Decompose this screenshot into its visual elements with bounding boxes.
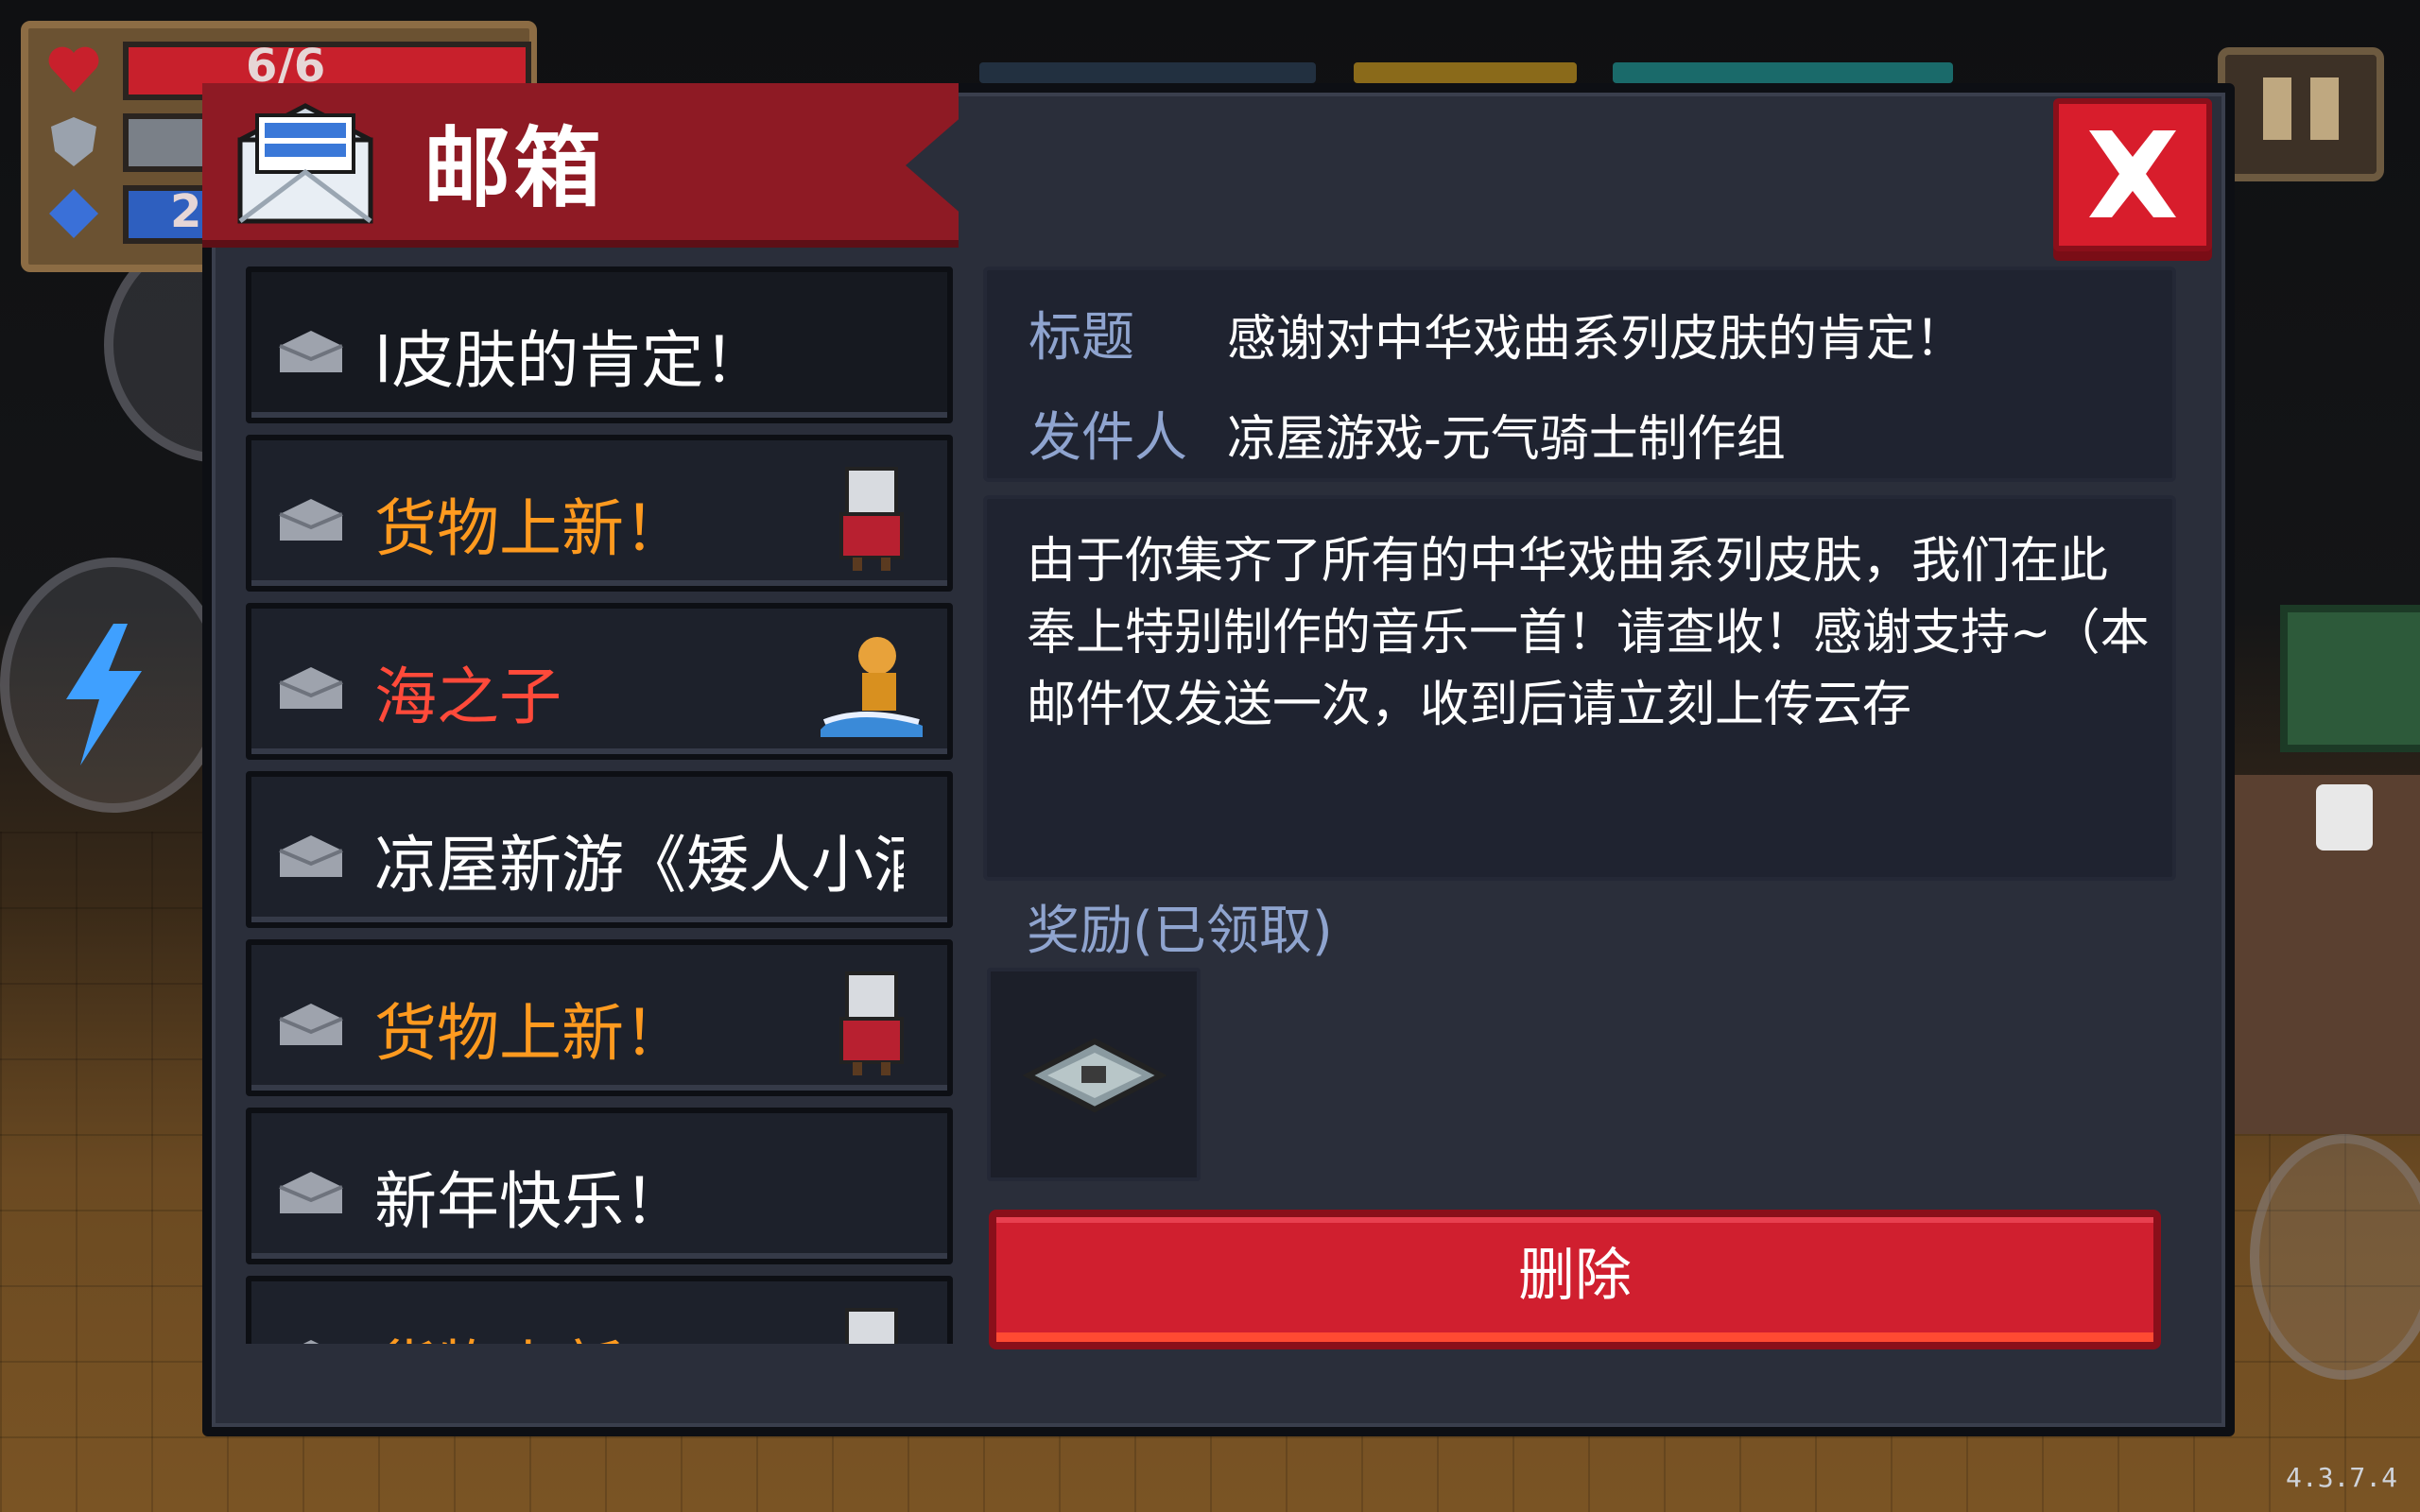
reward-label: 奖励(已领取) <box>1027 901 1333 962</box>
music-record-icon <box>1022 1038 1167 1113</box>
energy-text: 2 <box>170 185 202 238</box>
mail-body-text: 由于你集齐了所有的中华戏曲系列皮肤，我们在此奉上特别制作的音乐一首！请查收！感谢… <box>1027 533 2150 733</box>
mail-subject: 货物上新！ <box>374 997 686 1070</box>
pause-icon-bar <box>2310 77 2339 140</box>
merchant-cat-icon <box>839 467 904 571</box>
list-item[interactable]: 新年快乐！ <box>246 1108 953 1264</box>
page-title: 邮箱 <box>424 118 606 219</box>
opened-mail-icon <box>279 1004 343 1045</box>
mail-subject: 货物上新！ <box>374 492 686 565</box>
exclamation-bubble-icon <box>2316 784 2373 850</box>
list-item[interactable]: 货物上新！ <box>246 939 953 1096</box>
pause-icon <box>2263 77 2291 140</box>
heart-icon <box>48 46 99 93</box>
opened-mail-icon <box>279 1172 343 1213</box>
delete-button[interactable]: 删除 <box>989 1210 2161 1349</box>
opened-mail-icon <box>279 499 343 541</box>
skill-button[interactable] <box>0 558 227 813</box>
sender-value: 凉屋游戏-元气骑士制作组 <box>1227 411 1786 468</box>
mail-subject: 新年快乐！ <box>374 1165 686 1238</box>
merchant-cat-icon <box>845 1308 898 1344</box>
subject-label: 标题 <box>1028 307 1134 369</box>
list-item[interactable]: 货物上新！ <box>246 435 953 592</box>
mail-header-box: 标题 感谢对中华戏曲系列皮肤的肯定！ 发件人 凉屋游戏-元气骑士制作组 <box>983 266 2176 482</box>
status-bar-1 <box>979 62 1316 83</box>
sender-label: 发件人 <box>1028 407 1187 469</box>
close-x-icon <box>2089 130 2176 217</box>
lightning-icon <box>66 624 142 765</box>
mail-subject: 凉屋新游《矮人小酒馆》 <box>374 829 904 902</box>
subject-value: 感谢对中华戏曲系列皮肤的肯定！ <box>1227 311 1965 368</box>
status-bar-3 <box>1613 62 1953 83</box>
list-item[interactable]: l皮肤的肯定！ <box>246 266 953 423</box>
mail-list[interactable]: l皮肤的肯定！ 货物上新！ 海之子 凉屋新游《矮人小酒馆》 货物上新！ 新年快乐… <box>246 266 953 1344</box>
reward-slot[interactable] <box>987 968 1201 1181</box>
shield-icon <box>51 117 96 166</box>
list-item[interactable]: 货物上新！ <box>246 1276 953 1344</box>
mail-subject: 货物上新！ <box>374 1319 904 1344</box>
opened-mail-icon <box>279 835 343 877</box>
side-chest <box>2280 605 2420 752</box>
mail-body-box[interactable]: 由于你集齐了所有的中华戏曲系列皮肤，我们在此奉上特别制作的音乐一首！请查收！感谢… <box>983 495 2176 881</box>
merchant-cat-icon <box>839 971 904 1075</box>
opened-mail-icon <box>279 667 343 709</box>
list-item[interactable]: 海之子 <box>246 603 953 760</box>
status-bar-2 <box>1354 62 1577 83</box>
list-item[interactable]: 凉屋新游《矮人小酒馆》 <box>246 771 953 928</box>
opened-mail-icon <box>279 331 343 372</box>
mail-subject: l皮肤的肯定！ <box>374 324 767 397</box>
surfer-icon <box>821 637 923 737</box>
mail-envelope-icon <box>237 103 373 224</box>
close-button[interactable] <box>2053 98 2212 251</box>
opened-mail-icon <box>302 1340 320 1344</box>
version-text: 4.3.7.4 <box>2285 1462 2397 1493</box>
energy-crystal-icon <box>49 189 98 238</box>
pause-button[interactable] <box>2218 47 2384 181</box>
